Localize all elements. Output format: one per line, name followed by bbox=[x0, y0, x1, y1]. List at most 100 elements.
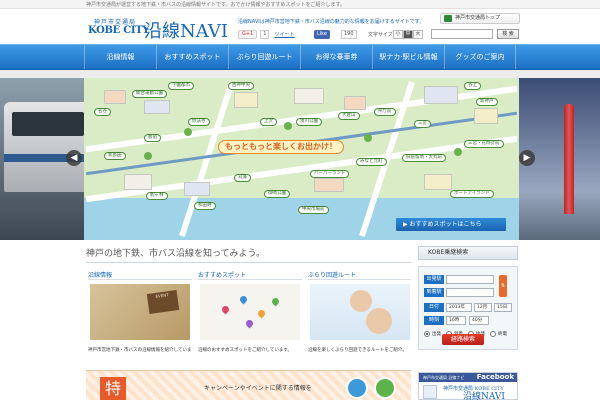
section-heading: 神戸の地下鉄、市バス沿線を知ってみよう。 bbox=[86, 249, 266, 259]
map-station-label[interactable]: 県庁前 bbox=[374, 108, 396, 116]
tweet-link[interactable]: ツイート bbox=[274, 31, 294, 38]
map-station-label[interactable]: 総合運動公園 bbox=[132, 90, 167, 98]
facebook-widget-header: 神戸市交通局 沿線ナビ Facebook bbox=[419, 373, 517, 382]
map-station-label[interactable]: 三宮 bbox=[414, 120, 431, 128]
date-year-select[interactable]: 2013年 bbox=[446, 303, 472, 312]
map-station-label[interactable]: 和田岬 bbox=[194, 202, 216, 210]
date-day-select[interactable]: 15日 bbox=[494, 303, 512, 312]
facebook-page-icon bbox=[423, 385, 437, 399]
site-logo[interactable]: 神戸市交通局 KOBE CITY 沿線NAVI bbox=[88, 17, 228, 43]
recommended-spots-image[interactable] bbox=[200, 284, 300, 340]
column-title-ensen-info[interactable]: 沿線情報 bbox=[88, 270, 112, 279]
font-size-small-button[interactable]: 小 bbox=[393, 30, 403, 39]
map-building bbox=[314, 178, 344, 192]
to-station-input[interactable] bbox=[446, 288, 494, 297]
recommended-spots-cta[interactable]: ▶ おすすめスポットはこちら bbox=[396, 218, 506, 231]
slider-prev-button[interactable]: ◀ bbox=[66, 150, 82, 166]
map-station-label[interactable]: 苅藻 bbox=[234, 174, 251, 182]
nav-item-ensen-info[interactable]: 沿線情報 bbox=[84, 45, 156, 69]
map-pin-icon bbox=[256, 308, 267, 319]
time-hour-select[interactable]: 16時 bbox=[446, 316, 466, 325]
map-building bbox=[234, 92, 258, 108]
facebook-widget[interactable]: 神戸市交通局 沿線ナビ Facebook 神戸市交通局 KOBE CITY 沿線… bbox=[418, 372, 518, 400]
column-divider bbox=[88, 279, 192, 280]
swap-stations-button[interactable]: ⇅ bbox=[499, 275, 507, 297]
search-input[interactable] bbox=[431, 29, 493, 39]
radio-last-train[interactable] bbox=[490, 331, 496, 337]
map-station-label[interactable]: みなと元町 bbox=[356, 158, 387, 166]
ensen-info-text[interactable]: 神戸市営地下鉄・市バスの沿線情報を紹介しています。 bbox=[88, 347, 192, 353]
map-station-label[interactable]: 旧居留地・大丸前 bbox=[402, 154, 446, 162]
map-pin-icon bbox=[238, 294, 249, 305]
top-notice-text: 神戸市交通局が運営する地下鉄・市バスの沿線情報サイトです。おでかけ情報やおすすめ… bbox=[86, 2, 346, 8]
person-face-image bbox=[366, 308, 392, 334]
map-pin-icon bbox=[270, 296, 281, 307]
kotsu-top-link[interactable]: 神戸市交通局トップ bbox=[440, 13, 520, 24]
map-station-label[interactable]: 新神戸 bbox=[476, 98, 498, 106]
nav-item-recommended-spots[interactable]: おすすめスポット bbox=[156, 45, 228, 69]
date-month-select[interactable]: 12月 bbox=[474, 303, 492, 312]
map-station-label[interactable]: ハーバーランド bbox=[310, 170, 350, 178]
walking-routes-text[interactable]: 沿線を楽しくぶらり回遊できるルートをご紹介。 bbox=[308, 347, 412, 353]
facebook-like-count: 190 bbox=[341, 30, 357, 39]
from-station-input[interactable] bbox=[446, 275, 494, 284]
nav-item-discount-tickets[interactable]: お得な乗車券 bbox=[300, 45, 372, 69]
facebook-like-button[interactable]: Like bbox=[314, 30, 330, 39]
campaign-promo-banner[interactable]: 特集 キャンペーンやイベントに関する情報を bbox=[86, 370, 411, 400]
map-pin-icon bbox=[244, 318, 255, 329]
column-title-recommended-spots[interactable]: おすすめスポット bbox=[198, 270, 246, 279]
map-station-label[interactable]: 名谷 bbox=[94, 108, 111, 116]
font-size-large-button[interactable]: 大 bbox=[413, 30, 423, 39]
map-station-label[interactable]: 板宿 bbox=[144, 134, 161, 142]
route-search-panel: KOBE乗継検索 出発駅 到着駅 ⇅ 日付 2013年 12月 15日 時刻 1… bbox=[418, 246, 518, 356]
map-station-label[interactable]: 谷上 bbox=[464, 82, 481, 90]
walking-routes-image[interactable] bbox=[310, 284, 410, 340]
map-station-label[interactable]: 湊川公園 bbox=[296, 118, 322, 126]
heading-divider bbox=[86, 262, 411, 263]
map-station-label[interactable]: 学園都市 bbox=[168, 82, 194, 90]
ensen-info-image[interactable]: EVENT bbox=[90, 284, 190, 340]
map-station-label[interactable]: 御崎公園 bbox=[264, 190, 290, 198]
top-notice-strip: 神戸市交通局が運営する地下鉄・市バスの沿線情報サイトです。おでかけ情報やおすすめ… bbox=[0, 0, 600, 9]
map-station-label[interactable]: 駒ヶ林 bbox=[146, 192, 168, 200]
map-station-label[interactable]: 中央市場前 bbox=[298, 206, 329, 214]
map-station-label[interactable]: 上沢 bbox=[260, 118, 277, 126]
hero-illustrated-map[interactable]: 名谷 総合運動公園 学園都市 西神中央 新長田 板宿 三宮 新神戸 谷上 妙法寺… bbox=[84, 78, 519, 240]
mascot-icon bbox=[346, 377, 368, 399]
logo-ensen-navi: 沿線NAVI bbox=[144, 21, 228, 42]
map-tree bbox=[144, 152, 152, 160]
route-search-submit-button[interactable]: 経路検索 bbox=[442, 334, 484, 345]
map-station-label[interactable]: ポートアイランド bbox=[450, 190, 494, 198]
recommended-spots-text[interactable]: 沿線のおすすめスポットをご紹介しています。 bbox=[198, 347, 302, 353]
map-station-label[interactable]: 新長田 bbox=[104, 152, 126, 160]
font-size-medium-button[interactable]: 中 bbox=[403, 30, 413, 39]
map-building bbox=[104, 90, 126, 104]
mascot-icon bbox=[374, 377, 396, 399]
nav-item-station-shops[interactable]: 駅ナカ·駅ビル情報 bbox=[372, 45, 444, 69]
nav-item-goods[interactable]: グッズのご案内 bbox=[444, 45, 516, 69]
radio-depart[interactable] bbox=[424, 331, 430, 337]
google-plus-count: 1 bbox=[260, 29, 270, 39]
promo-text: キャンペーンやイベントに関する情報を bbox=[204, 385, 312, 392]
map-tree bbox=[364, 134, 372, 142]
google-plus-button[interactable]: G+1 bbox=[238, 29, 258, 39]
time-minute-select[interactable]: 40分 bbox=[469, 316, 489, 325]
map-pin-icon bbox=[220, 304, 231, 315]
nav-item-walking-routes[interactable]: ぶらり回遊ルート bbox=[228, 45, 300, 69]
global-nav-items: 沿線情報 おすすめスポット ぶらり回遊ルート お得な乗車券 駅ナカ·駅ビル情報 … bbox=[84, 45, 516, 69]
map-station-label[interactable]: 妙法寺 bbox=[188, 118, 210, 126]
social-buttons: G+1 1 ツイート bbox=[238, 29, 294, 39]
map-station-label[interactable]: 大倉山 bbox=[338, 112, 360, 120]
port-tower-image bbox=[564, 104, 574, 214]
column-divider bbox=[198, 279, 302, 280]
slider-next-button[interactable]: ▶ bbox=[519, 150, 535, 166]
map-station-label[interactable]: 三宮・花時計前 bbox=[464, 140, 504, 148]
bus-window bbox=[12, 112, 84, 136]
column-title-walking-routes[interactable]: ぶらり回遊ルート bbox=[308, 270, 356, 279]
map-building bbox=[424, 86, 458, 104]
font-size-label: 文字サイズ bbox=[368, 32, 393, 38]
from-station-label: 出発駅 bbox=[424, 275, 444, 284]
map-station-label[interactable]: 西神中央 bbox=[228, 82, 254, 90]
search-button[interactable]: 検 索 bbox=[497, 29, 519, 39]
map-building bbox=[344, 96, 366, 110]
